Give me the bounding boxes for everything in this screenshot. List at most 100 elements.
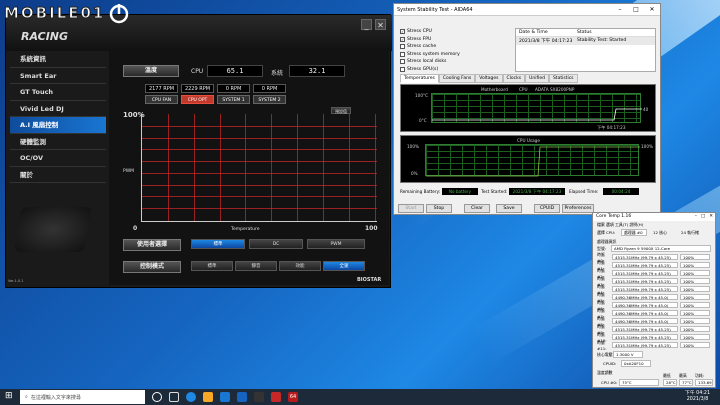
check-stress-fpu[interactable]: ✓ Stress FPU — [400, 36, 460, 44]
g1-bottom: 0°C — [419, 118, 427, 123]
fan-rpm: 0 RPM — [253, 84, 286, 93]
fan-curve-chart[interactable] — [141, 114, 377, 222]
sys-temp-value: 32.1 — [289, 65, 345, 77]
minimize-button[interactable]: – — [612, 6, 628, 13]
edge-icon[interactable] — [186, 392, 196, 402]
sidebar-item-hw-monitor[interactable]: 硬體監測 — [10, 134, 106, 150]
clear-button[interactable]: Clear — [464, 204, 490, 213]
racing-app-icon[interactable] — [254, 392, 264, 402]
clock[interactable]: 下午 04:21 2021/3/8 — [685, 391, 720, 403]
default-button[interactable]: 預設值 — [331, 107, 351, 114]
mode-silent[interactable]: 靜音 — [235, 261, 277, 271]
search-placeholder: 在這裡輸入文字來搜尋 — [30, 394, 81, 401]
aida64-icon[interactable]: 64 — [288, 392, 298, 402]
version-label: Ver.1.0.1 — [8, 279, 24, 283]
ct-cpuid: 0xA20F10 — [621, 360, 651, 367]
sidebar-item-fan-control[interactable]: A.I 風扇控制 — [10, 117, 106, 134]
sys-label: 系統 — [271, 70, 284, 77]
user-opt-dc[interactable]: DC — [249, 239, 303, 249]
taskview-icon[interactable] — [169, 392, 179, 402]
ct-cores: 12 核心 — [653, 230, 667, 235]
search-box[interactable]: ⌕ 在這裡輸入文字來搜尋 — [20, 390, 145, 404]
sidebar-item-vivid-led[interactable]: Vivid Led DJ — [10, 101, 106, 117]
close-button[interactable]: ✕ — [709, 213, 713, 221]
tab-statistics[interactable]: Statistics — [548, 74, 578, 83]
cpuid-button[interactable]: CPUID — [534, 204, 560, 213]
sidebar-item-oc-ov[interactable]: OC/OV — [10, 150, 106, 167]
ai-main-panel: 溫度 CPU 65.1 系統 32.1 2177 RPM 2229 RPM 0 … — [109, 51, 389, 285]
fan-rpm: 0 RPM — [217, 84, 250, 93]
g2-bottom: 0% — [411, 171, 418, 176]
check-stress-cpu[interactable]: ✓ Stress CPU — [400, 28, 460, 36]
list-item: 時脈 #1: 4515.31MHz (99.79 x 45.25) 100% — [597, 260, 710, 271]
sidebar-item-smart-ear[interactable]: Smart Ear — [10, 68, 106, 84]
maximize-button[interactable]: □ — [701, 213, 705, 221]
tab-temperatures[interactable]: Temperatures — [400, 74, 439, 83]
table-row[interactable]: 2021/3/8 下午 04:17:23 Stability Test: Sta… — [516, 37, 655, 45]
tab-cooling-fans[interactable]: Cooling Fans — [438, 74, 476, 83]
mail-icon[interactable] — [237, 392, 247, 402]
g1-value: 40 — [643, 107, 649, 112]
save-button[interactable]: Save — [496, 204, 522, 213]
check-stress-gpu[interactable]: Stress GPU(s) — [400, 66, 460, 74]
ct-threads: 24 執行緒 — [681, 230, 699, 235]
close-button[interactable]: ✕ — [375, 19, 386, 30]
user-opt-standard[interactable]: 標準 — [191, 239, 245, 249]
temp-label: 溫度 — [123, 65, 179, 77]
clock-date: 2021/3/8 — [686, 397, 709, 402]
store-icon[interactable] — [220, 392, 230, 402]
stop-button[interactable]: Stop — [426, 204, 452, 213]
tab-voltages[interactable]: Voltages — [475, 74, 503, 83]
list-item: 時脈 #2: 4515.31MHz (99.79 x 45.25) 100% — [597, 268, 710, 279]
close-button[interactable]: ✕ — [644, 6, 660, 13]
user-opt-pwm[interactable]: PWM — [307, 239, 365, 249]
ct-cpu0-temp: 75°C — [619, 379, 659, 386]
fan-tab-system-2[interactable]: SYSTEM 2 — [253, 95, 286, 104]
fan-tab-system-1[interactable]: SYSTEM 1 — [217, 95, 250, 104]
preferences-button[interactable]: Preferences — [562, 204, 594, 213]
col-date: Date & Time — [519, 30, 548, 35]
check-stress-disks[interactable]: Stress local disks — [400, 58, 460, 66]
list-item: 時脈 #9: 4515.31MHz (99.79 x 45.25) 100% — [597, 324, 710, 335]
check-stress-memory[interactable]: Stress system memory — [400, 51, 460, 59]
cpu-select[interactable]: 處理器 #0 — [621, 229, 647, 236]
x-axis-label: Temperature — [231, 227, 260, 232]
explorer-icon[interactable] — [203, 392, 213, 402]
tab-clocks[interactable]: Clocks — [502, 74, 526, 83]
fan-rpm: 2177 RPM — [145, 84, 178, 93]
mode-performance[interactable]: 效能 — [279, 261, 321, 271]
watermark-text: MOBILE01 — [3, 4, 106, 23]
g1-time: 下午 04:17:23 — [597, 125, 626, 130]
start-icon[interactable]: ⊞ — [5, 392, 13, 401]
elapsed-label: Elapsed Time: — [569, 189, 599, 194]
minimize-button[interactable]: – — [695, 213, 697, 221]
motherboard-image — [14, 207, 92, 252]
list-item: 時脈 #8: 4490.36MHz (99.79 x 45.0) 100% — [597, 316, 710, 327]
coretemp-app-icon[interactable] — [271, 392, 281, 402]
ct-cpu0-power: 133.69 — [695, 379, 713, 386]
maximize-button[interactable]: □ — [628, 6, 644, 13]
aida-title: System Stability Test - AIDA64 — [397, 6, 473, 13]
ct-vid-label: 核心電壓: — [597, 352, 614, 357]
start-button[interactable]: Start — [398, 204, 424, 213]
cortana-icon[interactable] — [152, 392, 162, 402]
watermark: MOBILE01 — [3, 2, 130, 24]
tab-unified[interactable]: Unified — [525, 74, 549, 83]
minimize-button[interactable]: _ — [361, 19, 372, 30]
mode-full-speed[interactable]: 全速 — [323, 261, 365, 271]
mode-standard[interactable]: 標準 — [191, 261, 233, 271]
x-axis-max: 100 — [365, 225, 378, 232]
user-select-label: 使用者選擇 — [123, 239, 181, 251]
sidebar-item-about[interactable]: 關於 — [10, 167, 106, 183]
fan-tab-cpu-fan[interactable]: CPU FAN — [145, 95, 178, 104]
taskbar: ⊞ ⌕ 在這裡輸入文字來搜尋 64 下午 04:21 2021/3/8 — [0, 389, 720, 405]
fan-tab-cpu-opt[interactable]: CPU OPT — [181, 95, 214, 104]
started-value: 2021/3/8 下午 04:17:23 — [509, 188, 565, 195]
list-item: 時脈 #5: 4490.36MHz (99.79 x 45.0) 100% — [597, 292, 710, 303]
check-stress-cache[interactable]: Stress cache — [400, 43, 460, 51]
ct-cpu0-max: 77°C — [679, 379, 693, 386]
sidebar-item-gt-touch[interactable]: GT Touch — [10, 84, 106, 101]
watermark-logo-icon — [110, 4, 129, 24]
ct-menu[interactable]: 檔案 選項 工具(T) 說明(H) — [597, 222, 643, 228]
sidebar-item-system-info[interactable]: 系統資訊 — [10, 51, 106, 68]
